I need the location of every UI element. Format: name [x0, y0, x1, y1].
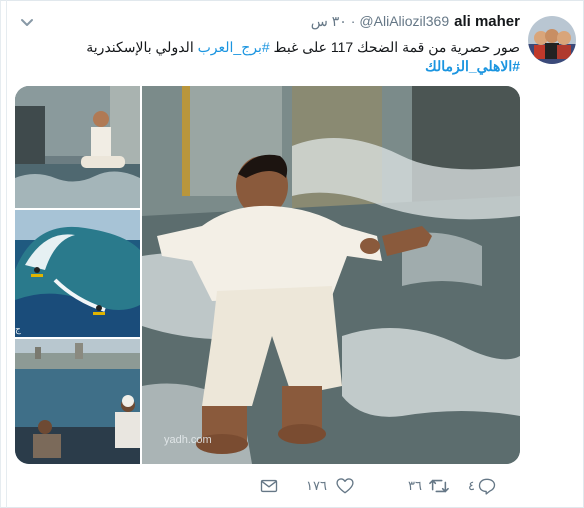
- media-thumbnail-2[interactable]: ج: [15, 210, 140, 337]
- reply-icon: [478, 478, 496, 495]
- avatar[interactable]: [528, 16, 576, 64]
- retweet-icon: [429, 479, 449, 493]
- hashtag-link[interactable]: #الاهلي_الزمالك: [425, 58, 520, 74]
- timestamp[interactable]: ٣٠ س: [311, 13, 347, 30]
- hashtag-link[interactable]: #برج_العرب: [198, 39, 270, 55]
- media-main-image[interactable]: yadh.com: [142, 86, 520, 464]
- reply-count: ٤: [468, 478, 475, 493]
- direct-message-button[interactable]: [259, 474, 279, 498]
- tweet-header: ali maher @AliAliozil369 · ٣٠ س: [311, 13, 520, 33]
- like-count: ١٧٦: [306, 478, 327, 493]
- envelope-icon: [260, 479, 278, 493]
- watermark-mark: ج: [15, 324, 21, 334]
- reply-button[interactable]: ٤: [468, 474, 497, 498]
- media-thumbnail-3[interactable]: [15, 339, 140, 464]
- retweet-count: ٣٦: [408, 478, 422, 493]
- timeline-divider: [6, 0, 7, 508]
- media-grid: ج yadh.com: [15, 86, 520, 464]
- retweet-button[interactable]: ٣٦: [405, 474, 450, 498]
- media-thumbnail-1[interactable]: [15, 86, 140, 208]
- like-button[interactable]: ١٧٦: [303, 474, 355, 498]
- tweet-text-part1: صور حصرية من قمة الضحك 117 على غبط: [269, 39, 520, 55]
- heart-icon: [336, 478, 354, 494]
- tweet-text-part2: الدولي بالإسكندرية: [86, 39, 198, 55]
- chevron-down-icon[interactable]: [20, 15, 38, 29]
- watermark: yadh.com: [164, 434, 212, 446]
- tweet-text: صور حصرية من قمة الضحك 117 على غبط #برج_…: [30, 38, 520, 76]
- tweet-actions: ٤ ٣٦ ١٧٦: [255, 474, 525, 498]
- separator-dot: ·: [350, 13, 356, 29]
- user-handle[interactable]: @AliAliozil369: [359, 13, 449, 29]
- display-name[interactable]: ali maher: [454, 13, 520, 30]
